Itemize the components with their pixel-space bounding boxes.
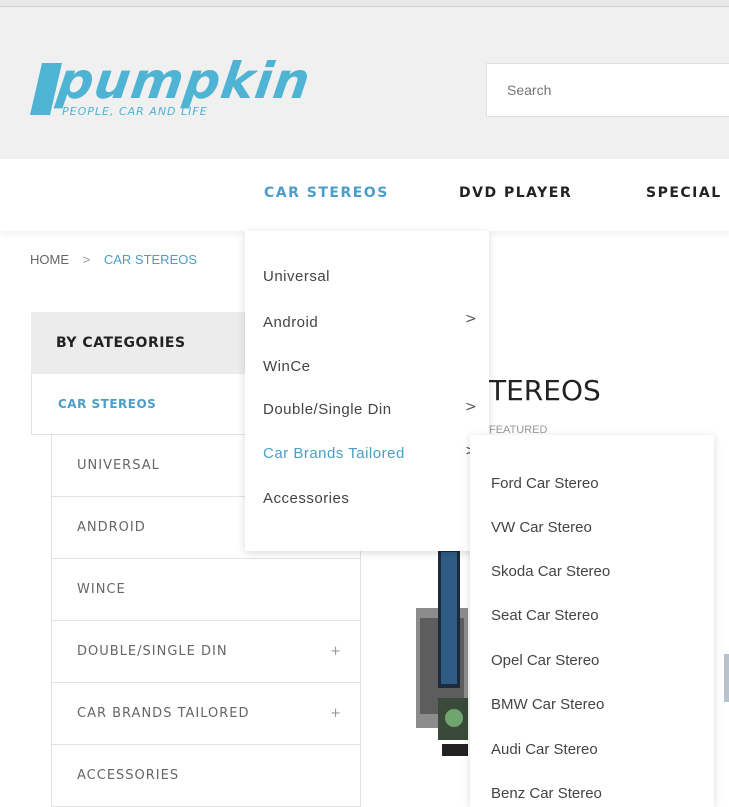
logo-tagline: PEOPLE, CAR AND LIFE bbox=[62, 105, 208, 118]
sidebar-item-double-single-din[interactable]: DOUBLE/SINGLE DIN + bbox=[52, 621, 360, 683]
breadcrumb-current[interactable]: CAR STEREOS bbox=[104, 252, 197, 267]
car-stereos-dropdown-menu: Universal Android > WinCe Double/Single … bbox=[245, 231, 489, 551]
nav-dvd-player[interactable]: DVD PLAYER bbox=[459, 185, 572, 201]
car-brands-submenu: Ford Car Stereo VW Car Stereo Skoda Car … bbox=[470, 435, 714, 807]
scrollbar-thumb[interactable] bbox=[724, 654, 729, 702]
sidebar-item-label: ANDROID bbox=[77, 520, 146, 535]
chevron-right-icon[interactable]: > bbox=[465, 311, 477, 327]
dropdown-item-car-brands-tailored[interactable]: Car Brands Tailored bbox=[263, 445, 405, 462]
page-title: TEREOS bbox=[489, 374, 601, 407]
submenu-item-skoda[interactable]: Skoda Car Stereo bbox=[491, 563, 610, 580]
expand-plus-icon[interactable]: + bbox=[330, 621, 342, 682]
submenu-item-bmw[interactable]: BMW Car Stereo bbox=[491, 696, 604, 713]
sidebar-item-accessories[interactable]: ACCESSORIES bbox=[52, 745, 360, 807]
pumpkin-logo[interactable]: pumpkin PEOPLE, CAR AND LIFE bbox=[30, 52, 314, 130]
chevron-right-icon[interactable]: > bbox=[465, 399, 477, 415]
breadcrumb-home[interactable]: HOME bbox=[30, 252, 69, 267]
dropdown-item-accessories[interactable]: Accessories bbox=[263, 490, 349, 507]
sidebar-item-wince[interactable]: WINCE bbox=[52, 559, 360, 621]
dropdown-item-android[interactable]: Android bbox=[263, 314, 318, 331]
sidebar-item-car-brands-tailored[interactable]: CAR BRANDS TAILORED + bbox=[52, 683, 360, 745]
submenu-item-vw[interactable]: VW Car Stereo bbox=[491, 519, 592, 536]
nav-special[interactable]: SPECIAL bbox=[646, 185, 722, 201]
submenu-item-audi[interactable]: Audi Car Stereo bbox=[491, 741, 598, 758]
logo-wordmark: pumpkin bbox=[53, 52, 315, 110]
expand-plus-icon[interactable]: + bbox=[330, 683, 342, 744]
sidebar-item-label: ACCESSORIES bbox=[77, 768, 180, 783]
dropdown-item-double-single-din[interactable]: Double/Single Din bbox=[263, 401, 392, 418]
sidebar-item-label: DOUBLE/SINGLE DIN bbox=[77, 644, 228, 659]
submenu-item-seat[interactable]: Seat Car Stereo bbox=[491, 607, 599, 624]
dropdown-item-universal[interactable]: Universal bbox=[263, 268, 330, 285]
breadcrumb-separator-icon: > bbox=[82, 252, 91, 267]
breadcrumb: HOME > CAR STEREOS bbox=[30, 252, 197, 267]
submenu-item-ford[interactable]: Ford Car Stereo bbox=[491, 475, 599, 492]
sidebar-item-label: WINCE bbox=[77, 582, 126, 597]
sidebar-item-label: UNIVERSAL bbox=[77, 458, 160, 473]
submenu-item-opel[interactable]: Opel Car Stereo bbox=[491, 652, 599, 669]
site-header: pumpkin PEOPLE, CAR AND LIFE bbox=[0, 7, 729, 159]
dropdown-item-wince[interactable]: WinCe bbox=[263, 358, 311, 375]
search-input[interactable] bbox=[486, 63, 729, 117]
car-stereo-product-image[interactable] bbox=[410, 548, 474, 758]
top-border bbox=[0, 0, 729, 7]
nav-car-stereos[interactable]: CAR STEREOS bbox=[264, 185, 389, 201]
submenu-item-benz[interactable]: Benz Car Stereo bbox=[491, 785, 602, 802]
main-nav: CAR STEREOS DVD PLAYER SPECIAL bbox=[0, 159, 729, 231]
sidebar-item-label: CAR BRANDS TAILORED bbox=[77, 706, 250, 721]
